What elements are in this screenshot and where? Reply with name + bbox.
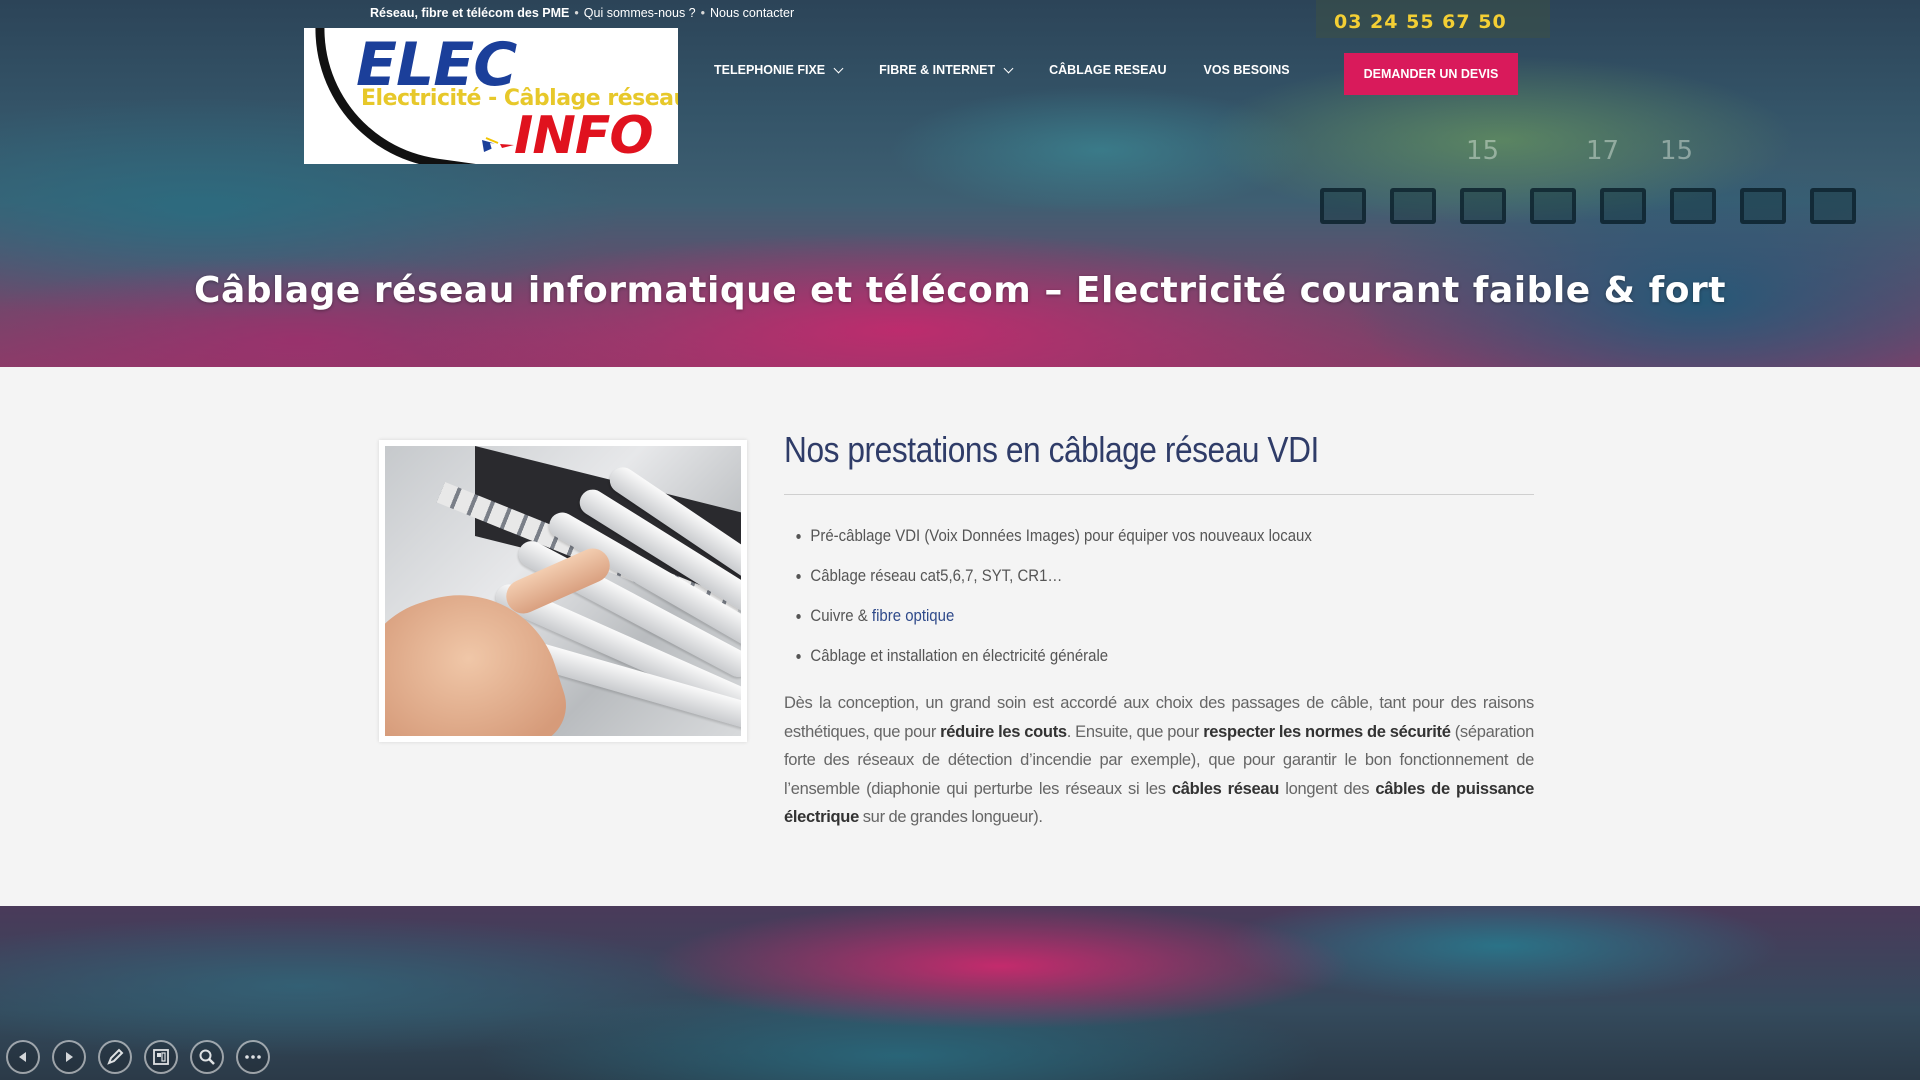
- list-item: Cuivre & fibre optique: [784, 606, 1444, 646]
- description-paragraph: Dès la conception, un grand soin est acc…: [784, 689, 1534, 832]
- divider: [784, 494, 1534, 495]
- logo-flag-icon: [482, 137, 514, 152]
- nav-item-vos-besoins[interactable]: VOS BESOINS: [1204, 63, 1290, 77]
- nav-item-label: TELEPHONIE FIXE: [714, 63, 826, 77]
- services-section: Nos prestations en câblage réseau VDI Pr…: [784, 429, 1534, 832]
- paragraph-text: . Ensuite, que pour: [1066, 722, 1204, 741]
- paragraph-bold: respecter les normes de sécurité: [1203, 722, 1451, 741]
- chevron-down-icon: [833, 63, 844, 73]
- request-quote-button[interactable]: DEMANDER UN DEVIS: [1344, 53, 1518, 95]
- nav-item-label: CÂBLAGE RESEAU: [1049, 63, 1167, 77]
- site-logo[interactable]: ELEC Electricité - Câblage réseau INFO: [304, 28, 678, 164]
- nav-item-label: FIBRE & INTERNET: [879, 63, 996, 77]
- more-icon[interactable]: [236, 1040, 270, 1074]
- paragraph-text: sur de grandes longueur).: [858, 808, 1043, 826]
- paragraph-bold: câbles réseau: [1171, 779, 1280, 798]
- nav-item-fibre-internet[interactable]: FIBRE & INTERNET: [879, 63, 1014, 77]
- list-item-text: Cuivre &: [810, 606, 872, 625]
- page-title: Câblage réseau informatique et télécom –…: [194, 270, 1726, 311]
- list-item: Câblage et installation en électricité g…: [784, 646, 1444, 686]
- port-number: 15: [1466, 136, 1500, 166]
- port-number: 17: [1586, 136, 1620, 166]
- layout-icon[interactable]: [144, 1040, 178, 1074]
- zoom-icon[interactable]: [190, 1040, 224, 1074]
- phone-number[interactable]: 03 24 55 67 50: [1334, 11, 1507, 33]
- next-icon[interactable]: [52, 1040, 86, 1074]
- top-bar: Réseau, fibre et télécom des PME • Qui som…: [370, 6, 795, 20]
- footer-banner: [0, 906, 1920, 1080]
- list-item: Pré-câblage VDI (Voix Données Images) po…: [784, 526, 1444, 566]
- presentation-controls: [6, 1040, 282, 1074]
- nav-item-cablage-reseau[interactable]: CÂBLAGE RESEAU: [1049, 63, 1166, 77]
- about-link[interactable]: Qui sommes-nous ?: [584, 6, 696, 20]
- logo-text-info: INFO: [514, 106, 654, 164]
- previous-icon[interactable]: [6, 1040, 40, 1074]
- port-number: 15: [1660, 136, 1694, 166]
- patch-panel-decoration: [1300, 176, 1920, 246]
- section-heading: Nos prestations en câblage réseau VDI: [784, 429, 1319, 470]
- list-item: Câblage réseau cat5,6,7, SYT, CR1…: [784, 566, 1444, 606]
- nav-item-telephonie-fixe[interactable]: TELEPHONIE FIXE: [714, 63, 844, 77]
- paragraph-text: longent des: [1279, 779, 1376, 798]
- pen-icon[interactable]: [98, 1040, 132, 1074]
- tagline-link[interactable]: Réseau, fibre et télécom des PME: [370, 6, 569, 20]
- paragraph-bold: réduire les couts: [940, 722, 1067, 741]
- phone-box[interactable]: 03 24 55 67 50: [1316, 0, 1550, 38]
- network-cabling-photo: [385, 446, 741, 736]
- hero-banner: 15 17 15: [0, 0, 1920, 367]
- nav-item-label: VOS BESOINS: [1203, 63, 1290, 77]
- contact-link[interactable]: Nous contacter: [710, 6, 794, 20]
- services-list: Pré-câblage VDI (Voix Données Images) po…: [784, 526, 1534, 686]
- main-content: Nos prestations en câblage réseau VDI Pr…: [0, 367, 1920, 906]
- fibre-optique-link[interactable]: fibre optique: [872, 606, 954, 625]
- chevron-down-icon: [1003, 63, 1014, 73]
- main-navigation: TELEPHONIE FIXE FIBRE & INTERNET CÂBLAGE…: [714, 63, 1327, 77]
- photo-frame: [379, 440, 747, 742]
